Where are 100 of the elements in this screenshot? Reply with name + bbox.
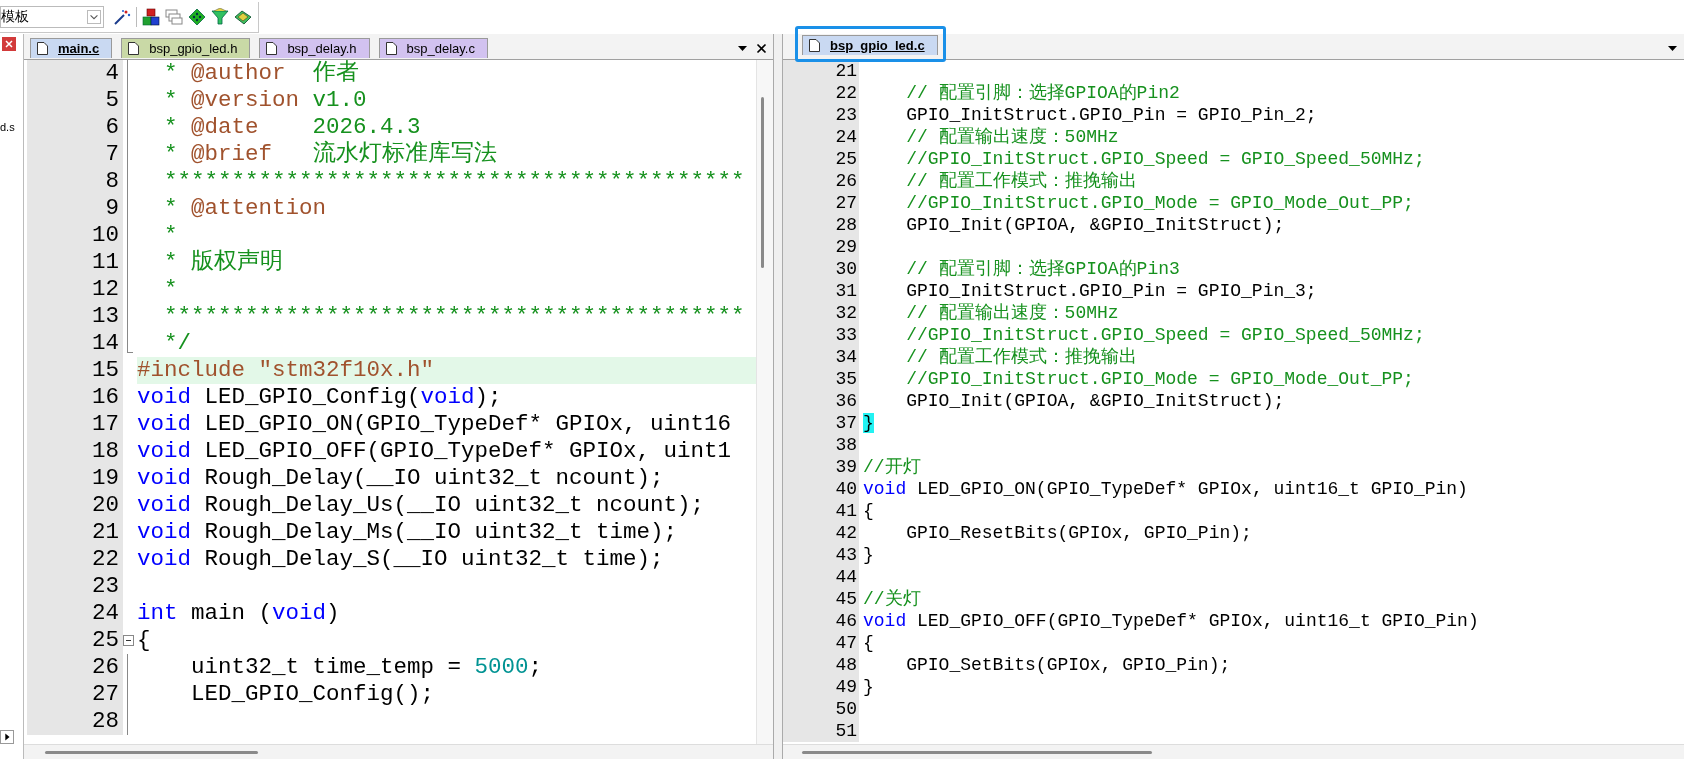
line-number: 29: [783, 236, 859, 258]
line-number: 33: [783, 324, 859, 346]
code-line: void Rough_Delay_S(__IO uint32_t time);: [137, 546, 664, 572]
line-number: 28: [27, 708, 123, 735]
line-number: 5: [27, 87, 123, 114]
code-line: // 配置工作模式：推挽输出: [905, 347, 1137, 367]
editor-tab[interactable]: bsp_gpio_led.h: [121, 38, 251, 58]
code-line: }: [863, 677, 874, 697]
line-number: 14: [27, 330, 123, 357]
code-line: //开灯: [863, 457, 921, 477]
line-number: 45: [783, 588, 859, 610]
code-line: // 配置输出速度：50MHz: [905, 303, 1119, 323]
line-number: 25: [783, 148, 859, 170]
code-line: {: [863, 633, 874, 653]
line-number: 41: [783, 500, 859, 522]
code-line: *******************************************: [163, 168, 745, 194]
code-line: //GPIO_InitStruct.GPIO_Mode = GPIO_Mode_Out_PP;: [905, 193, 1414, 213]
code-line: //关灯: [863, 589, 921, 609]
code-line: // 配置输出速度：50MHz: [905, 127, 1119, 147]
line-number: 9: [27, 195, 123, 222]
line-number: 21: [27, 519, 123, 546]
line-number: 12: [27, 276, 123, 303]
code-line: //GPIO_InitStruct.GPIO_Speed = GPIO_Speed_50MHz;: [905, 149, 1425, 169]
scrollbar-thumb[interactable]: [761, 97, 764, 268]
line-number: 46: [783, 610, 859, 632]
line-number: 20: [27, 492, 123, 519]
line-number: 39: [783, 456, 859, 478]
code-line: void Rough_Delay_Ms(__IO uint32_t time);: [137, 519, 678, 545]
editor-tab[interactable]: bsp_delay.h: [259, 38, 370, 58]
file-icon: [37, 42, 48, 55]
file-icon: [266, 42, 278, 55]
code-line: * @date 2026.4.3: [163, 114, 421, 140]
line-number: 42: [783, 522, 859, 544]
vertical-scrollbar[interactable]: [756, 60, 773, 744]
horizontal-scrollbar[interactable]: [24, 744, 773, 759]
line-number: 43: [783, 544, 859, 566]
code-line: * @version v1.0: [163, 87, 367, 113]
blocks-icon[interactable]: [142, 7, 160, 26]
code-line: }: [863, 545, 874, 565]
line-number: 26: [27, 654, 123, 681]
line-number: 49: [783, 676, 859, 698]
file-icon: [385, 42, 397, 55]
code-line: *******************************************: [163, 303, 745, 329]
code-line: GPIO_InitStruct.GPIO_Pin = GPIO_Pin_3;: [905, 281, 1317, 301]
line-number: 23: [783, 104, 859, 126]
funnel-icon[interactable]: [211, 7, 229, 26]
code-line: int main (void): [137, 600, 340, 626]
code-line: void Rough_Delay(__IO uint32_t ncount);: [137, 465, 664, 491]
code-line: #include "stm32f10x.h": [137, 357, 435, 383]
code-line: GPIO_Init(GPIOA, &GPIO_InitStruct);: [905, 391, 1285, 411]
code-line: void LED_GPIO_Config(void);: [137, 384, 502, 410]
line-number: 11: [27, 249, 123, 276]
line-number: 48: [783, 654, 859, 676]
line-number: 40: [783, 478, 859, 500]
line-number: 36: [783, 390, 859, 412]
editor-tab[interactable]: main.c: [30, 38, 113, 58]
line-number: 31: [783, 280, 859, 302]
code-line: void LED_GPIO_OFF(GPIO_TypeDef* GPIOx, uint1: [137, 438, 732, 464]
code-line: uint32_t time_temp = 5000;: [190, 654, 543, 680]
editor-tab[interactable]: bsp_gpio_led.c: [802, 35, 938, 55]
line-number: 27: [783, 192, 859, 214]
file-name[interactable]: d.s: [0, 121, 22, 133]
code-line: * @author 作者: [163, 60, 359, 86]
line-number: 8: [27, 168, 123, 195]
line-number: 28: [783, 214, 859, 236]
horizontal-scrollbar[interactable]: [783, 744, 1684, 759]
line-number: 44: [783, 566, 859, 588]
collapse-icon[interactable]: [123, 635, 134, 646]
template-dropdown[interactable]: 模板: [0, 5, 104, 28]
line-number: 19: [27, 465, 123, 492]
code-line: * @brief 流水灯标准库写法: [163, 141, 497, 167]
line-number: 18: [27, 438, 123, 465]
code-line: //GPIO_InitStruct.GPIO_Mode = GPIO_Mode_Out_PP;: [905, 369, 1414, 389]
line-number: 24: [27, 600, 123, 627]
scrollbar-thumb[interactable]: [802, 750, 1152, 754]
file-icon: [128, 42, 140, 55]
code-line: void Rough_Delay_Us(__IO uint32_t ncount);: [137, 492, 705, 518]
diamond-icon[interactable]: [188, 7, 206, 26]
code-line: {: [137, 627, 151, 653]
close-icon[interactable]: [756, 42, 767, 54]
line-number: 22: [27, 546, 123, 573]
line-number: 4: [27, 60, 123, 87]
line-number: 17: [27, 411, 123, 438]
code-line: LED_GPIO_Config();: [190, 681, 435, 707]
code-line: */: [163, 330, 191, 356]
code-line: {: [863, 501, 874, 521]
editor-tab[interactable]: bsp_delay.c: [378, 38, 488, 58]
scrollbar-thumb[interactable]: [45, 750, 258, 754]
line-number: 37: [783, 412, 859, 434]
line-number: 25: [27, 627, 123, 654]
line-number: 22: [783, 82, 859, 104]
line-number: 10: [27, 222, 123, 249]
wand-icon[interactable]: [113, 7, 131, 26]
line-number: 50: [783, 698, 859, 720]
line-number: 35: [783, 368, 859, 390]
code-line: GPIO_InitStruct.GPIO_Pin = GPIO_Pin_2;: [905, 105, 1317, 125]
code-line: // 配置引脚：选择GPIOA的Pin2: [905, 83, 1180, 103]
code-line: * 版权声明: [163, 249, 283, 275]
line-number: 32: [783, 302, 859, 324]
code-line: // 配置工作模式：推挽输出: [905, 171, 1137, 191]
